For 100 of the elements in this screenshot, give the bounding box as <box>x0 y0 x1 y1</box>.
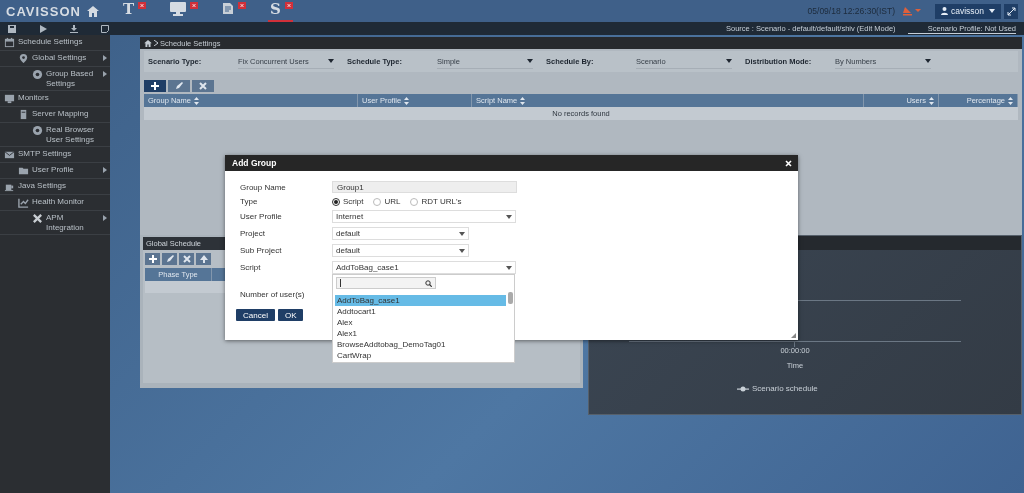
close-icon <box>198 81 208 91</box>
field-label: User Profile <box>240 212 283 221</box>
sort-icon <box>520 96 526 105</box>
submenu-arrow-icon <box>103 215 107 221</box>
sort-icon <box>404 96 410 105</box>
legend-label[interactable]: Scenario schedule <box>752 384 818 393</box>
close-button[interactable] <box>783 157 793 169</box>
radio-option[interactable]: RDT URL's <box>410 197 462 206</box>
tab-glyph: T <box>122 0 135 18</box>
add-button[interactable] <box>144 80 166 92</box>
edit-button[interactable] <box>162 253 177 265</box>
caret-icon <box>328 59 334 63</box>
ok-button[interactable]: OK <box>277 309 304 321</box>
resize-grip-icon[interactable] <box>791 333 796 338</box>
chevron-icon <box>154 40 158 46</box>
caret-icon <box>459 248 465 253</box>
folder-icon <box>18 165 29 176</box>
sidebar-item[interactable]: Server Mapping <box>32 109 107 119</box>
delete-button[interactable] <box>192 80 214 92</box>
legend-marker-icon[interactable] <box>737 385 749 392</box>
select-field[interactable]: default <box>332 244 469 257</box>
field-label: Type <box>240 197 259 206</box>
select-field[interactable]: AddToBag_case1 <box>332 261 516 274</box>
search-icon <box>425 279 432 287</box>
sidebar-item[interactable]: Real Browser User Settings <box>46 125 107 144</box>
monitor-icon <box>170 1 187 16</box>
delete-button[interactable] <box>179 253 194 265</box>
add-button[interactable] <box>145 253 160 265</box>
tab-glyph: S <box>270 0 281 18</box>
radio-option[interactable]: URL <box>373 197 401 206</box>
dropdown-option[interactable]: BrowseAddtobag_DemoTag01 <box>335 339 506 350</box>
caret-icon <box>726 59 732 63</box>
search-field[interactable] <box>336 277 436 289</box>
close-icon[interactable] <box>138 2 147 9</box>
dropdown-option[interactable]: AddToBag_case1 <box>335 295 506 306</box>
fullscreen-button[interactable] <box>1004 3 1018 19</box>
sidebar-item[interactable]: Monitors <box>18 93 107 103</box>
group-name-field[interactable]: Group1 <box>332 181 517 193</box>
date-time: 05/09/18 12:26:30(IST) <box>807 6 895 16</box>
select-field[interactable]: Internet <box>332 210 516 223</box>
chart-icon <box>18 197 29 208</box>
cancel-button[interactable]: Cancel <box>236 309 275 321</box>
dialog-title: Add Group <box>232 158 277 168</box>
sort-icon <box>1008 96 1013 105</box>
sidebar-item[interactable]: APM Integration <box>46 213 100 232</box>
sidebar-item[interactable]: Group Based Settings <box>46 69 100 88</box>
sidebar-item[interactable]: Schedule Settings <box>18 37 107 47</box>
close-icon <box>784 159 792 167</box>
scrollbar-thumb[interactable] <box>508 292 513 304</box>
sidebar-item[interactable]: Global Settings <box>32 53 100 63</box>
close-icon[interactable] <box>238 2 247 9</box>
download-icon[interactable] <box>70 24 78 33</box>
dropdown-option[interactable]: Alex <box>335 317 506 328</box>
sidebar-item[interactable]: User Profile <box>32 165 100 175</box>
sidebar-item[interactable]: SMTP Settings <box>18 149 107 159</box>
submenu-arrow-icon <box>103 55 107 61</box>
pencil-icon <box>164 254 175 264</box>
caret-icon <box>527 59 533 63</box>
select-field[interactable]: default <box>332 227 469 240</box>
sort-icon <box>193 96 199 105</box>
close-icon[interactable] <box>284 2 293 9</box>
submenu-arrow-icon <box>103 71 107 77</box>
field-label: Project <box>240 229 266 238</box>
save-icon[interactable] <box>8 24 16 33</box>
radio-option[interactable]: Script <box>332 197 364 206</box>
pin-icon <box>18 53 29 64</box>
caret-icon <box>506 265 512 270</box>
caret-icon <box>989 9 995 13</box>
caret-icon <box>925 59 931 63</box>
sidebar-item[interactable]: Health Monitor <box>32 197 107 207</box>
field-label: Group Name <box>240 182 287 192</box>
user-menu-button[interactable]: cavisson <box>935 3 1001 19</box>
pencil-icon <box>174 81 184 91</box>
play-icon[interactable] <box>39 24 47 33</box>
dropdown-option[interactable]: Alex1 <box>335 328 506 339</box>
plus-icon <box>147 254 158 264</box>
caret-icon <box>506 214 512 219</box>
server-icon <box>18 109 29 120</box>
envelope-icon <box>4 149 15 160</box>
plus-icon <box>150 81 160 91</box>
dropdown-option[interactable]: CartWrap <box>335 350 506 361</box>
close-icon <box>181 254 192 264</box>
note-icon[interactable] <box>101 24 109 33</box>
sort-icon <box>929 96 934 105</box>
edit-button[interactable] <box>168 80 190 92</box>
close-icon[interactable] <box>190 2 199 9</box>
gear-icon <box>32 69 43 80</box>
sidebar-item[interactable]: Java Settings <box>18 181 107 191</box>
arrow-up-icon <box>198 254 209 264</box>
expand-icon <box>1006 6 1016 16</box>
dropdown-option[interactable]: Addtocart1 <box>335 306 506 317</box>
field-label: Number of user(s) <box>240 290 306 299</box>
tab[interactable]: T <box>120 0 147 22</box>
up-button[interactable] <box>196 253 211 265</box>
gear-icon <box>32 125 43 136</box>
submenu-arrow-icon <box>103 167 107 173</box>
home-icon[interactable] <box>144 39 152 47</box>
home-icon[interactable] <box>86 5 99 17</box>
field-label: Script <box>240 263 262 272</box>
monitor-icon <box>4 93 15 104</box>
